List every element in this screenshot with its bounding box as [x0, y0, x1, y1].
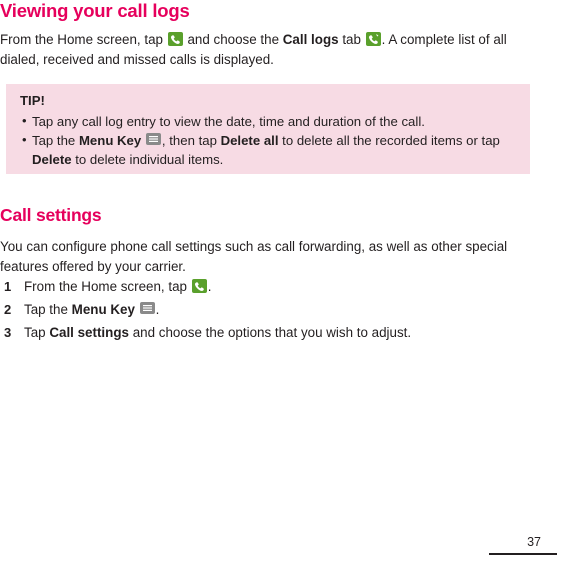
- steps-list: 1 From the Home screen, tap . 2 Tap the …: [0, 277, 520, 346]
- step-item: 2 Tap the Menu Key .: [0, 300, 520, 320]
- step-text-1: Tap the: [24, 302, 68, 317]
- intro-bold-call-logs: Call logs: [282, 32, 339, 47]
- phone-handset-icon: [167, 31, 184, 47]
- tip-box: TIP! Tap any call log entry to view the …: [6, 84, 530, 174]
- intro-paragraph: From the Home screen, tap and choose the…: [0, 30, 528, 70]
- step-text-2: .: [207, 279, 212, 294]
- step-text-2: and choose the options that you wish to …: [132, 325, 412, 340]
- intro-text-2: and choose the: [187, 32, 280, 47]
- call-logs-tab-icon: [365, 31, 382, 47]
- tip-item: Tap any call log entry to view the date,…: [20, 111, 516, 131]
- tip-item-bold-delete-all: Delete all: [220, 133, 279, 148]
- tip-item: Tap the Menu Key , then tap Delete all t…: [20, 130, 516, 169]
- tip-title: TIP!: [20, 93, 45, 108]
- footer-rule: [489, 553, 557, 555]
- step-item: 1 From the Home screen, tap .: [0, 277, 520, 297]
- tip-list: Tap any call log entry to view the date,…: [20, 111, 516, 169]
- tip-item-text-3: to delete all the recorded items or tap: [282, 133, 500, 148]
- step-item: 3 Tap Call settings and choose the optio…: [0, 323, 520, 343]
- tip-item-bold-menu-key: Menu Key: [78, 133, 142, 148]
- intro-text-3: tab: [342, 32, 361, 47]
- menu-key-icon: [139, 301, 156, 317]
- step-number: 3: [4, 325, 12, 340]
- tip-item-text-1: Tap any call log entry to view the date,…: [32, 114, 425, 129]
- document-page: Viewing your call logs From the Home scr…: [0, 0, 565, 567]
- call-settings-paragraph: You can configure phone call settings su…: [0, 239, 508, 274]
- intro-text-1: From the Home screen, tap: [0, 32, 163, 47]
- menu-key-icon: [145, 132, 162, 148]
- phone-handset-icon: [191, 278, 208, 294]
- step-bold-call-settings: Call settings: [49, 325, 129, 340]
- step-text-1: From the Home screen, tap: [24, 279, 187, 294]
- tip-item-text-2: , then tap: [161, 133, 217, 148]
- tip-item-text-1: Tap the: [32, 133, 76, 148]
- step-number: 2: [4, 302, 12, 317]
- tip-item-bold-delete: Delete: [32, 152, 72, 167]
- step-text-1: Tap: [24, 325, 46, 340]
- section-title-call-settings: Call settings: [0, 205, 102, 225]
- tip-item-text-4: to delete individual items.: [75, 152, 224, 167]
- page-number: 37: [527, 535, 541, 549]
- page-title: Viewing your call logs: [0, 0, 190, 21]
- step-number: 1: [4, 279, 12, 294]
- step-text-2: .: [155, 302, 160, 317]
- step-bold-menu-key: Menu Key: [71, 302, 135, 317]
